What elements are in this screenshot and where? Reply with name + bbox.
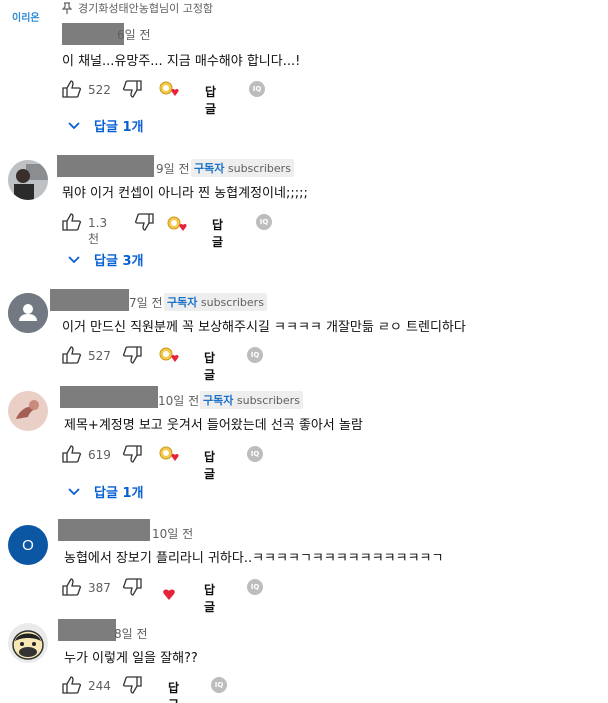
reply-button[interactable]: 답글 — [204, 349, 215, 383]
author-avatar[interactable] — [8, 391, 48, 431]
author-name-redacted[interactable] — [58, 619, 116, 641]
author-name-redacted[interactable] — [50, 289, 129, 311]
creator-mini-icon: IQ — [256, 214, 272, 230]
replies-label: 답글 3개 — [94, 254, 144, 269]
comment-time[interactable]: 10일 전 — [152, 525, 193, 542]
like-count: 387 — [88, 581, 111, 595]
author-name-redacted[interactable] — [57, 155, 154, 177]
thumbs-up-icon[interactable] — [62, 578, 82, 596]
author-avatar[interactable] — [8, 623, 48, 663]
replies-label: 답글 1개 — [94, 486, 144, 501]
thumbs-up-icon[interactable] — [62, 676, 82, 694]
thumbs-up-icon[interactable] — [62, 80, 82, 98]
comment-text: 이 채널...유망주... 지금 매수해야 합니다...! — [62, 54, 301, 69]
author-name-redacted[interactable] — [62, 23, 124, 45]
reply-button[interactable]: 답글 — [204, 581, 215, 615]
avatar-letter: O — [22, 536, 34, 554]
chevron-down-icon — [68, 487, 80, 495]
channel-logo-text: 이리온 — [12, 12, 40, 24]
comment-time[interactable]: 9일 전 — [156, 160, 190, 177]
creator-mini-icon: IQ — [249, 81, 265, 97]
thumbs-down-icon[interactable] — [122, 445, 142, 463]
comment-time[interactable]: 8일 전 — [114, 625, 148, 642]
subscriber-badge: 구독자 subscribers — [200, 391, 303, 409]
creator-mini-icon: IQ — [247, 446, 263, 462]
thumbs-up-icon[interactable] — [62, 445, 82, 463]
comment-time[interactable]: 10일 전 — [158, 392, 199, 409]
comment-text: 농협에서 장보기 플리라니 귀하다..ㅋㅋㅋㅋㄱㅋㅋㅋㅋㅋㅋㅋㅋㅋㅋㄱ — [64, 551, 444, 566]
creator-mini-icon: IQ — [247, 579, 263, 595]
view-replies-button[interactable]: 답글 3개 — [68, 250, 143, 269]
reply-button[interactable]: 답글 — [205, 83, 216, 117]
like-count: 244 — [88, 679, 111, 693]
author-avatar[interactable]: O — [8, 525, 48, 565]
reply-button[interactable]: 답글 — [212, 216, 223, 250]
creator-heart-icon — [159, 81, 179, 96]
pin-icon — [62, 2, 72, 14]
creator-mini-icon: IQ — [211, 677, 227, 693]
comment-text: 뭐야 이거 컨셉이 아니라 찐 농협계정이네;;;;; — [62, 186, 308, 201]
thumbs-down-icon[interactable] — [134, 213, 154, 231]
subscriber-badge: 구독자 subscribers — [191, 159, 294, 177]
badge-sub: 구독자 — [194, 162, 225, 175]
badge-text: subscribers — [200, 296, 264, 309]
author-avatar[interactable] — [8, 293, 48, 333]
reply-button[interactable]: 답글 — [204, 448, 215, 482]
creator-heart-icon — [163, 589, 175, 600]
pinned-label: 경기화성태안농협님이 고정함 — [62, 0, 213, 16]
author-name-redacted[interactable] — [60, 386, 158, 408]
thumbs-up-icon[interactable] — [62, 346, 82, 364]
like-count: 1.3천 — [88, 216, 108, 246]
like-count: 619 — [88, 448, 111, 462]
thumbs-up-icon[interactable] — [62, 213, 82, 231]
badge-sub: 구독자 — [167, 296, 198, 309]
creator-heart-icon — [159, 446, 179, 461]
comment-time[interactable]: 7일 전 — [129, 294, 163, 311]
badge-text: subscribers — [227, 162, 291, 175]
comment-text: 제목+계정명 보고 웃겨서 들어왔는데 선곡 좋아서 놀람 — [64, 418, 363, 433]
comment-text: 누가 이렇게 일을 잘해?? — [64, 651, 198, 666]
channel-logo-avatar[interactable]: 이리온 — [12, 6, 46, 26]
creator-heart-icon — [159, 347, 179, 362]
subscriber-badge: 구독자 subscribers — [164, 293, 267, 311]
chevron-down-icon — [68, 121, 80, 129]
view-replies-button[interactable]: 답글 1개 — [68, 116, 143, 135]
chevron-down-icon — [68, 255, 80, 263]
reply-button[interactable]: 답글 — [168, 679, 179, 703]
comment-time[interactable]: 6일 전 — [117, 26, 151, 43]
view-replies-button[interactable]: 답글 1개 — [68, 482, 143, 501]
pinned-text: 경기화성태안농협님이 고정함 — [78, 2, 214, 15]
like-count: 527 — [88, 349, 111, 363]
creator-mini-icon: IQ — [247, 347, 263, 363]
author-name-redacted[interactable] — [58, 519, 150, 541]
thumbs-down-icon[interactable] — [122, 578, 142, 596]
like-count: 522 — [88, 83, 111, 97]
badge-text: subscribers — [236, 394, 300, 407]
thumbs-down-icon[interactable] — [122, 676, 142, 694]
comment-text: 이거 만드신 직원분께 꼭 보상해주시길 ㅋㅋㅋㅋ 개잘만듦 ㄹㅇ 트렌디하다 — [62, 320, 466, 335]
creator-heart-icon — [167, 216, 187, 231]
thumbs-down-icon[interactable] — [122, 80, 142, 98]
badge-sub: 구독자 — [203, 394, 234, 407]
replies-label: 답글 1개 — [94, 120, 144, 135]
thumbs-down-icon[interactable] — [122, 346, 142, 364]
author-avatar[interactable] — [8, 160, 48, 200]
